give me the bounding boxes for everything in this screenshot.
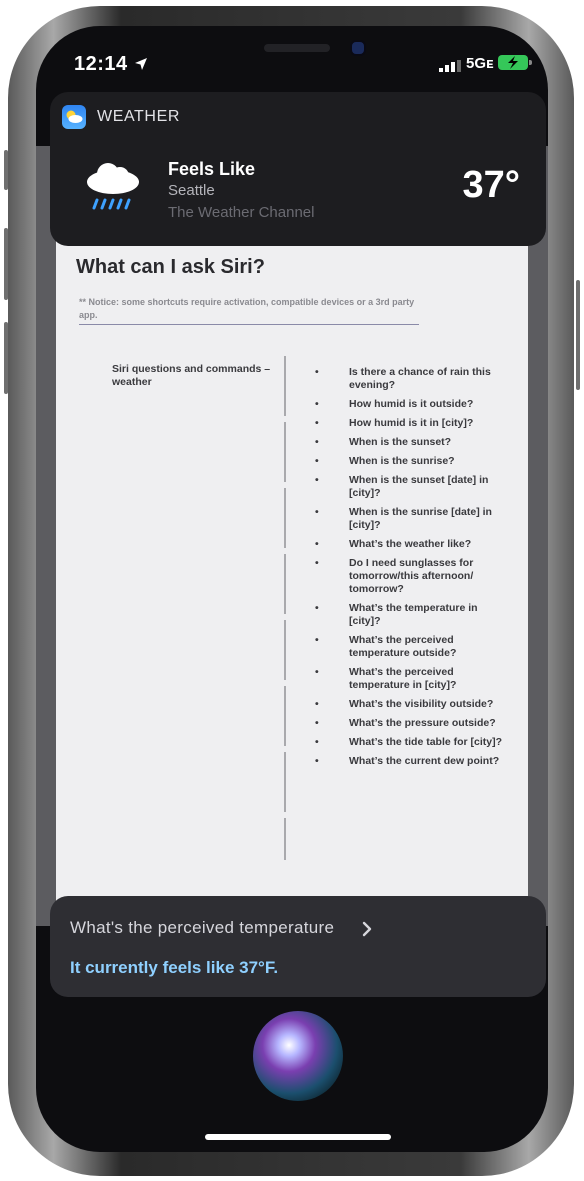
document-title: What can I ask Siri? (76, 256, 265, 278)
home-indicator[interactable] (205, 1134, 391, 1140)
siri-response-card[interactable]: What's the perceived temperature It curr… (50, 896, 546, 997)
rain-cloud-icon (87, 163, 139, 210)
network-type: 5Gᴇ (466, 55, 494, 72)
category-label: Siri questions and commands – weather (112, 363, 271, 388)
list-item: What’s the tide table for [city]? (308, 736, 508, 749)
list-item: When is the sunrise [date] in [city]? (308, 506, 508, 532)
list-item: What’s the weather like? (308, 538, 508, 551)
list-item: Do I need sunglasses for tomorrow/this a… (308, 557, 508, 596)
list-item: When is the sunset [date] in [city]? (308, 474, 508, 500)
chevron-right-icon[interactable] (362, 921, 372, 937)
list-item: When is the sunset? (308, 436, 508, 449)
list-item: What’s the current dew point? (308, 755, 508, 768)
front-camera (350, 40, 366, 56)
temperature-value: 37° (462, 164, 520, 206)
siri-question-list: Is there a chance of rain this evening? … (308, 366, 508, 774)
signal-bars-icon (439, 60, 461, 72)
column-divider (284, 356, 286, 860)
document-notice: ** Notice: some shortcuts require activa… (79, 296, 419, 325)
silent-switch (4, 150, 8, 190)
side-button (576, 280, 580, 390)
app-name: WEATHER (97, 108, 181, 125)
list-item: How humid is it in [city]? (308, 417, 508, 430)
city-name: Seattle (168, 182, 215, 199)
list-item: How humid is it outside? (308, 398, 508, 411)
list-item: Is there a chance of rain this evening? (308, 366, 508, 392)
list-item: What’s the visibility outside? (308, 698, 508, 711)
battery-tip (529, 60, 532, 65)
list-item: What’s the perceived temperature in [cit… (308, 666, 508, 692)
data-source: The Weather Channel (168, 204, 315, 221)
location-arrow-icon (135, 58, 147, 70)
list-item: When is the sunrise? (308, 455, 508, 468)
list-item: What’s the pressure outside? (308, 717, 508, 730)
volume-down-button (4, 322, 8, 394)
list-item: What’s the temperature in [city]? (308, 602, 508, 628)
volume-up-button (4, 228, 8, 300)
earpiece-speaker (264, 44, 330, 52)
weather-app-icon (62, 105, 86, 129)
status-time: 12:14 (74, 53, 128, 75)
feels-like-title: Feels Like (168, 159, 256, 179)
siri-query[interactable]: What's the perceived temperature (70, 918, 334, 938)
siri-answer: It currently feels like 37°F. (70, 958, 279, 977)
status-bar: 12:14 5Gᴇ (36, 26, 548, 96)
siri-orb-icon[interactable] (253, 1011, 343, 1101)
battery-charging-icon (498, 55, 528, 70)
list-item: What’s the perceived temperature outside… (308, 634, 508, 660)
weather-card[interactable]: WEATHER Feels Like Seattle The Weather C… (50, 92, 546, 246)
phone-screen: What can I ask Siri? ** Notice: some sho… (36, 26, 548, 1152)
